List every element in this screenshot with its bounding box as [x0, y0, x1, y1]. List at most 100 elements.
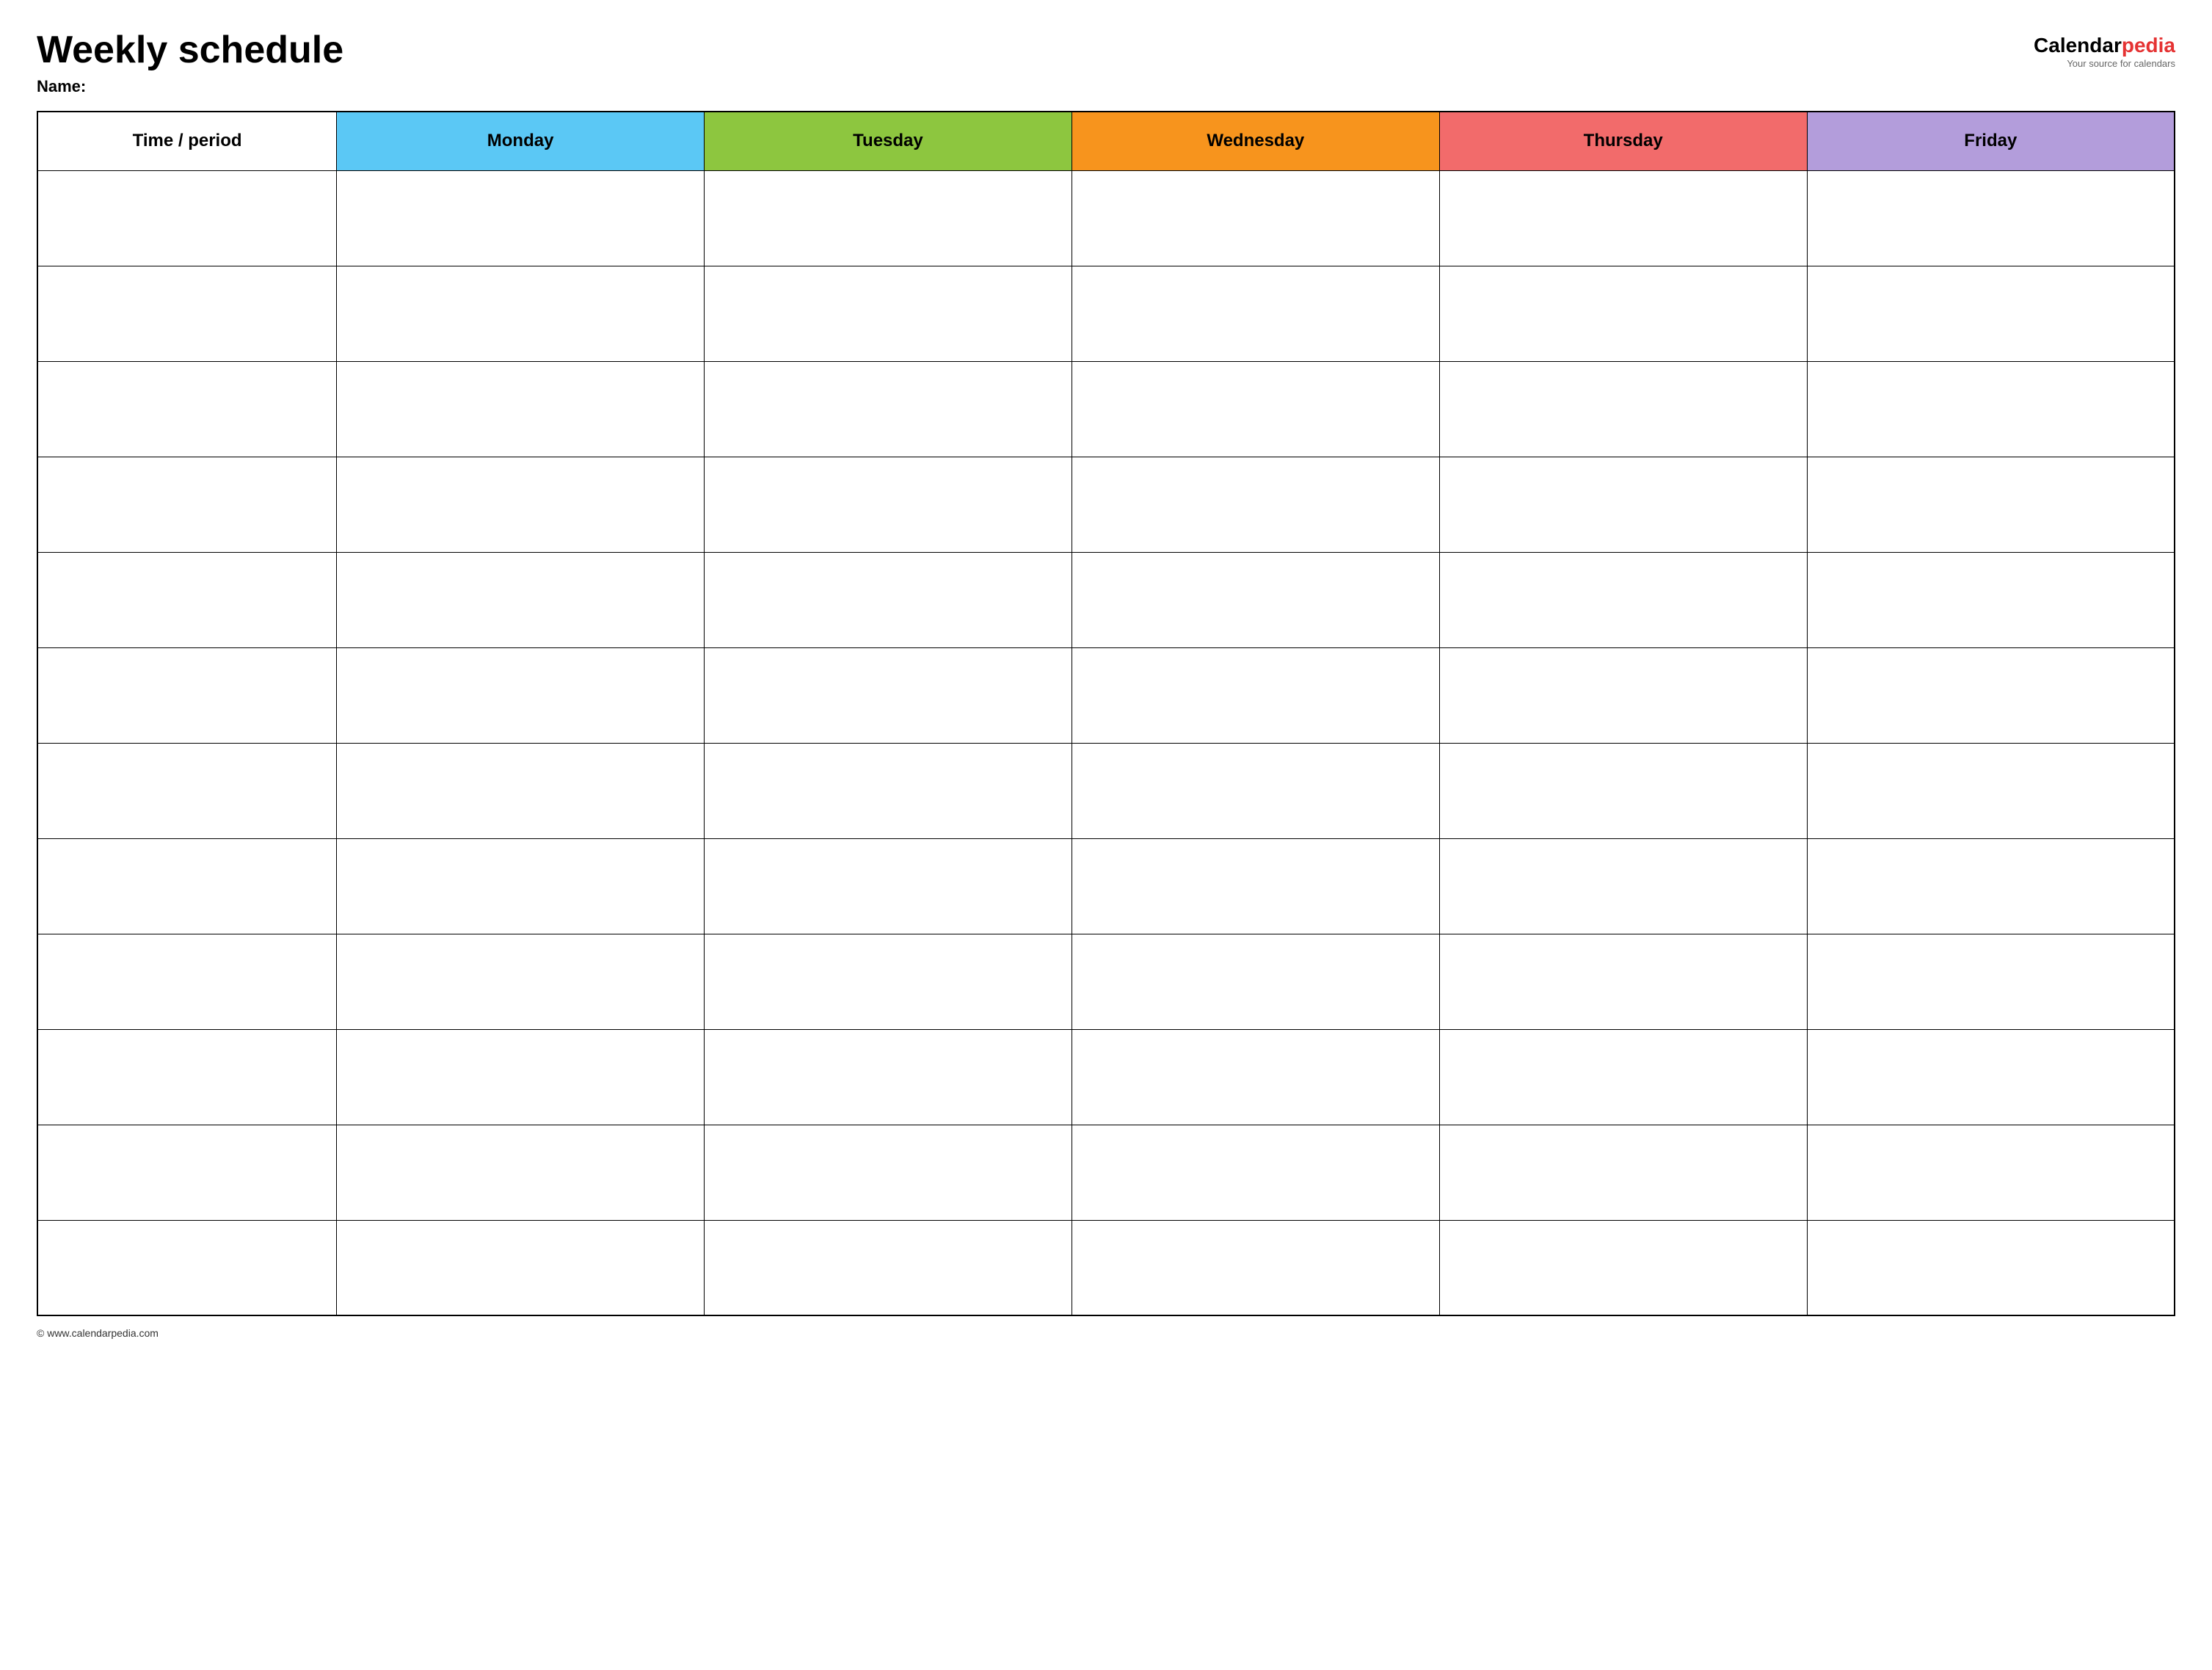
page-header: Weekly schedule Name: Calendarpedia Your…: [37, 29, 2175, 96]
name-label: Name:: [37, 77, 343, 96]
col-header-time: Time / period: [37, 112, 337, 170]
day-cell[interactable]: [337, 743, 705, 838]
day-cell[interactable]: [1439, 552, 1807, 647]
day-cell[interactable]: [1439, 647, 1807, 743]
footer: © www.calendarpedia.com: [37, 1327, 2175, 1339]
day-cell[interactable]: [1807, 361, 2175, 457]
day-cell[interactable]: [1072, 1125, 1439, 1220]
day-cell[interactable]: [705, 838, 1072, 934]
day-cell[interactable]: [1807, 1220, 2175, 1315]
table-row: [37, 1125, 2175, 1220]
day-cell[interactable]: [1072, 266, 1439, 361]
day-cell[interactable]: [1072, 647, 1439, 743]
day-cell[interactable]: [1439, 1125, 1807, 1220]
day-cell[interactable]: [1072, 1029, 1439, 1125]
schedule-table: Time / period Monday Tuesday Wednesday T…: [37, 111, 2175, 1316]
day-cell[interactable]: [1807, 838, 2175, 934]
table-row: [37, 1029, 2175, 1125]
day-cell[interactable]: [337, 361, 705, 457]
table-row: [37, 1220, 2175, 1315]
day-cell[interactable]: [705, 266, 1072, 361]
day-cell[interactable]: [1807, 552, 2175, 647]
time-cell[interactable]: [37, 1220, 337, 1315]
day-cell[interactable]: [337, 552, 705, 647]
time-cell[interactable]: [37, 457, 337, 552]
logo-section: Calendarpedia Your source for calendars: [2034, 29, 2175, 69]
day-cell[interactable]: [1807, 934, 2175, 1029]
logo-tagline: Your source for calendars: [2067, 58, 2175, 69]
table-row: [37, 170, 2175, 266]
day-cell[interactable]: [1439, 838, 1807, 934]
day-cell[interactable]: [337, 934, 705, 1029]
day-cell[interactable]: [1072, 552, 1439, 647]
time-cell[interactable]: [37, 647, 337, 743]
day-cell[interactable]: [337, 647, 705, 743]
col-header-monday: Monday: [337, 112, 705, 170]
day-cell[interactable]: [705, 170, 1072, 266]
logo-text: Calendarpedia: [2034, 33, 2175, 58]
day-cell[interactable]: [705, 743, 1072, 838]
schedule-body: [37, 170, 2175, 1315]
day-cell[interactable]: [1807, 647, 2175, 743]
day-cell[interactable]: [1439, 1029, 1807, 1125]
table-row: [37, 743, 2175, 838]
day-cell[interactable]: [337, 1029, 705, 1125]
day-cell[interactable]: [1439, 1220, 1807, 1315]
day-cell[interactable]: [337, 266, 705, 361]
table-row: [37, 361, 2175, 457]
table-header-row: Time / period Monday Tuesday Wednesday T…: [37, 112, 2175, 170]
day-cell[interactable]: [1072, 934, 1439, 1029]
day-cell[interactable]: [1439, 743, 1807, 838]
day-cell[interactable]: [1439, 457, 1807, 552]
time-cell[interactable]: [37, 552, 337, 647]
time-cell[interactable]: [37, 1029, 337, 1125]
col-header-thursday: Thursday: [1439, 112, 1807, 170]
day-cell[interactable]: [337, 838, 705, 934]
day-cell[interactable]: [337, 170, 705, 266]
time-cell[interactable]: [37, 1125, 337, 1220]
table-row: [37, 457, 2175, 552]
day-cell[interactable]: [705, 934, 1072, 1029]
time-cell[interactable]: [37, 838, 337, 934]
day-cell[interactable]: [705, 361, 1072, 457]
day-cell[interactable]: [1807, 170, 2175, 266]
time-cell[interactable]: [37, 170, 337, 266]
day-cell[interactable]: [1807, 266, 2175, 361]
page-title: Weekly schedule: [37, 29, 343, 71]
copyright-text: © www.calendarpedia.com: [37, 1327, 159, 1339]
day-cell[interactable]: [1072, 170, 1439, 266]
logo-pedia: pedia: [2122, 34, 2175, 57]
day-cell[interactable]: [1807, 743, 2175, 838]
day-cell[interactable]: [1072, 457, 1439, 552]
time-cell[interactable]: [37, 361, 337, 457]
day-cell[interactable]: [1072, 361, 1439, 457]
day-cell[interactable]: [1807, 1029, 2175, 1125]
day-cell[interactable]: [337, 1220, 705, 1315]
day-cell[interactable]: [337, 1125, 705, 1220]
table-row: [37, 266, 2175, 361]
time-cell[interactable]: [37, 266, 337, 361]
table-row: [37, 647, 2175, 743]
day-cell[interactable]: [337, 457, 705, 552]
day-cell[interactable]: [705, 1125, 1072, 1220]
day-cell[interactable]: [705, 457, 1072, 552]
day-cell[interactable]: [705, 647, 1072, 743]
day-cell[interactable]: [1439, 361, 1807, 457]
day-cell[interactable]: [1439, 934, 1807, 1029]
time-cell[interactable]: [37, 934, 337, 1029]
day-cell[interactable]: [1439, 170, 1807, 266]
day-cell[interactable]: [705, 1220, 1072, 1315]
col-header-tuesday: Tuesday: [705, 112, 1072, 170]
day-cell[interactable]: [1807, 457, 2175, 552]
day-cell[interactable]: [1072, 743, 1439, 838]
day-cell[interactable]: [1072, 1220, 1439, 1315]
day-cell[interactable]: [1807, 1125, 2175, 1220]
day-cell[interactable]: [1072, 838, 1439, 934]
day-cell[interactable]: [705, 552, 1072, 647]
day-cell[interactable]: [1439, 266, 1807, 361]
table-row: [37, 552, 2175, 647]
time-cell[interactable]: [37, 743, 337, 838]
table-row: [37, 838, 2175, 934]
title-section: Weekly schedule Name:: [37, 29, 343, 96]
day-cell[interactable]: [705, 1029, 1072, 1125]
